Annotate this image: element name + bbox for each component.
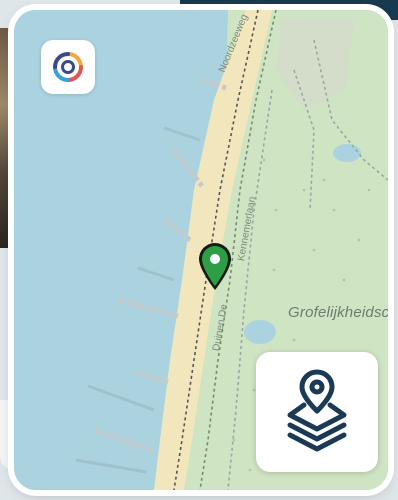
map-layers-button[interactable] [256,352,378,472]
location-pin-icon[interactable] [196,242,234,292]
app-logo-button[interactable] [41,40,95,94]
pond [333,144,361,162]
place-label: Grofelijkheidsc [288,304,388,321]
pond [244,320,276,344]
map-layers-pin-icon [287,369,347,452]
multicolor-ring-logo-icon [53,52,83,82]
map-card[interactable]: Noordzeeweg Duinen De Kennemerlaan Grofe… [14,10,388,490]
